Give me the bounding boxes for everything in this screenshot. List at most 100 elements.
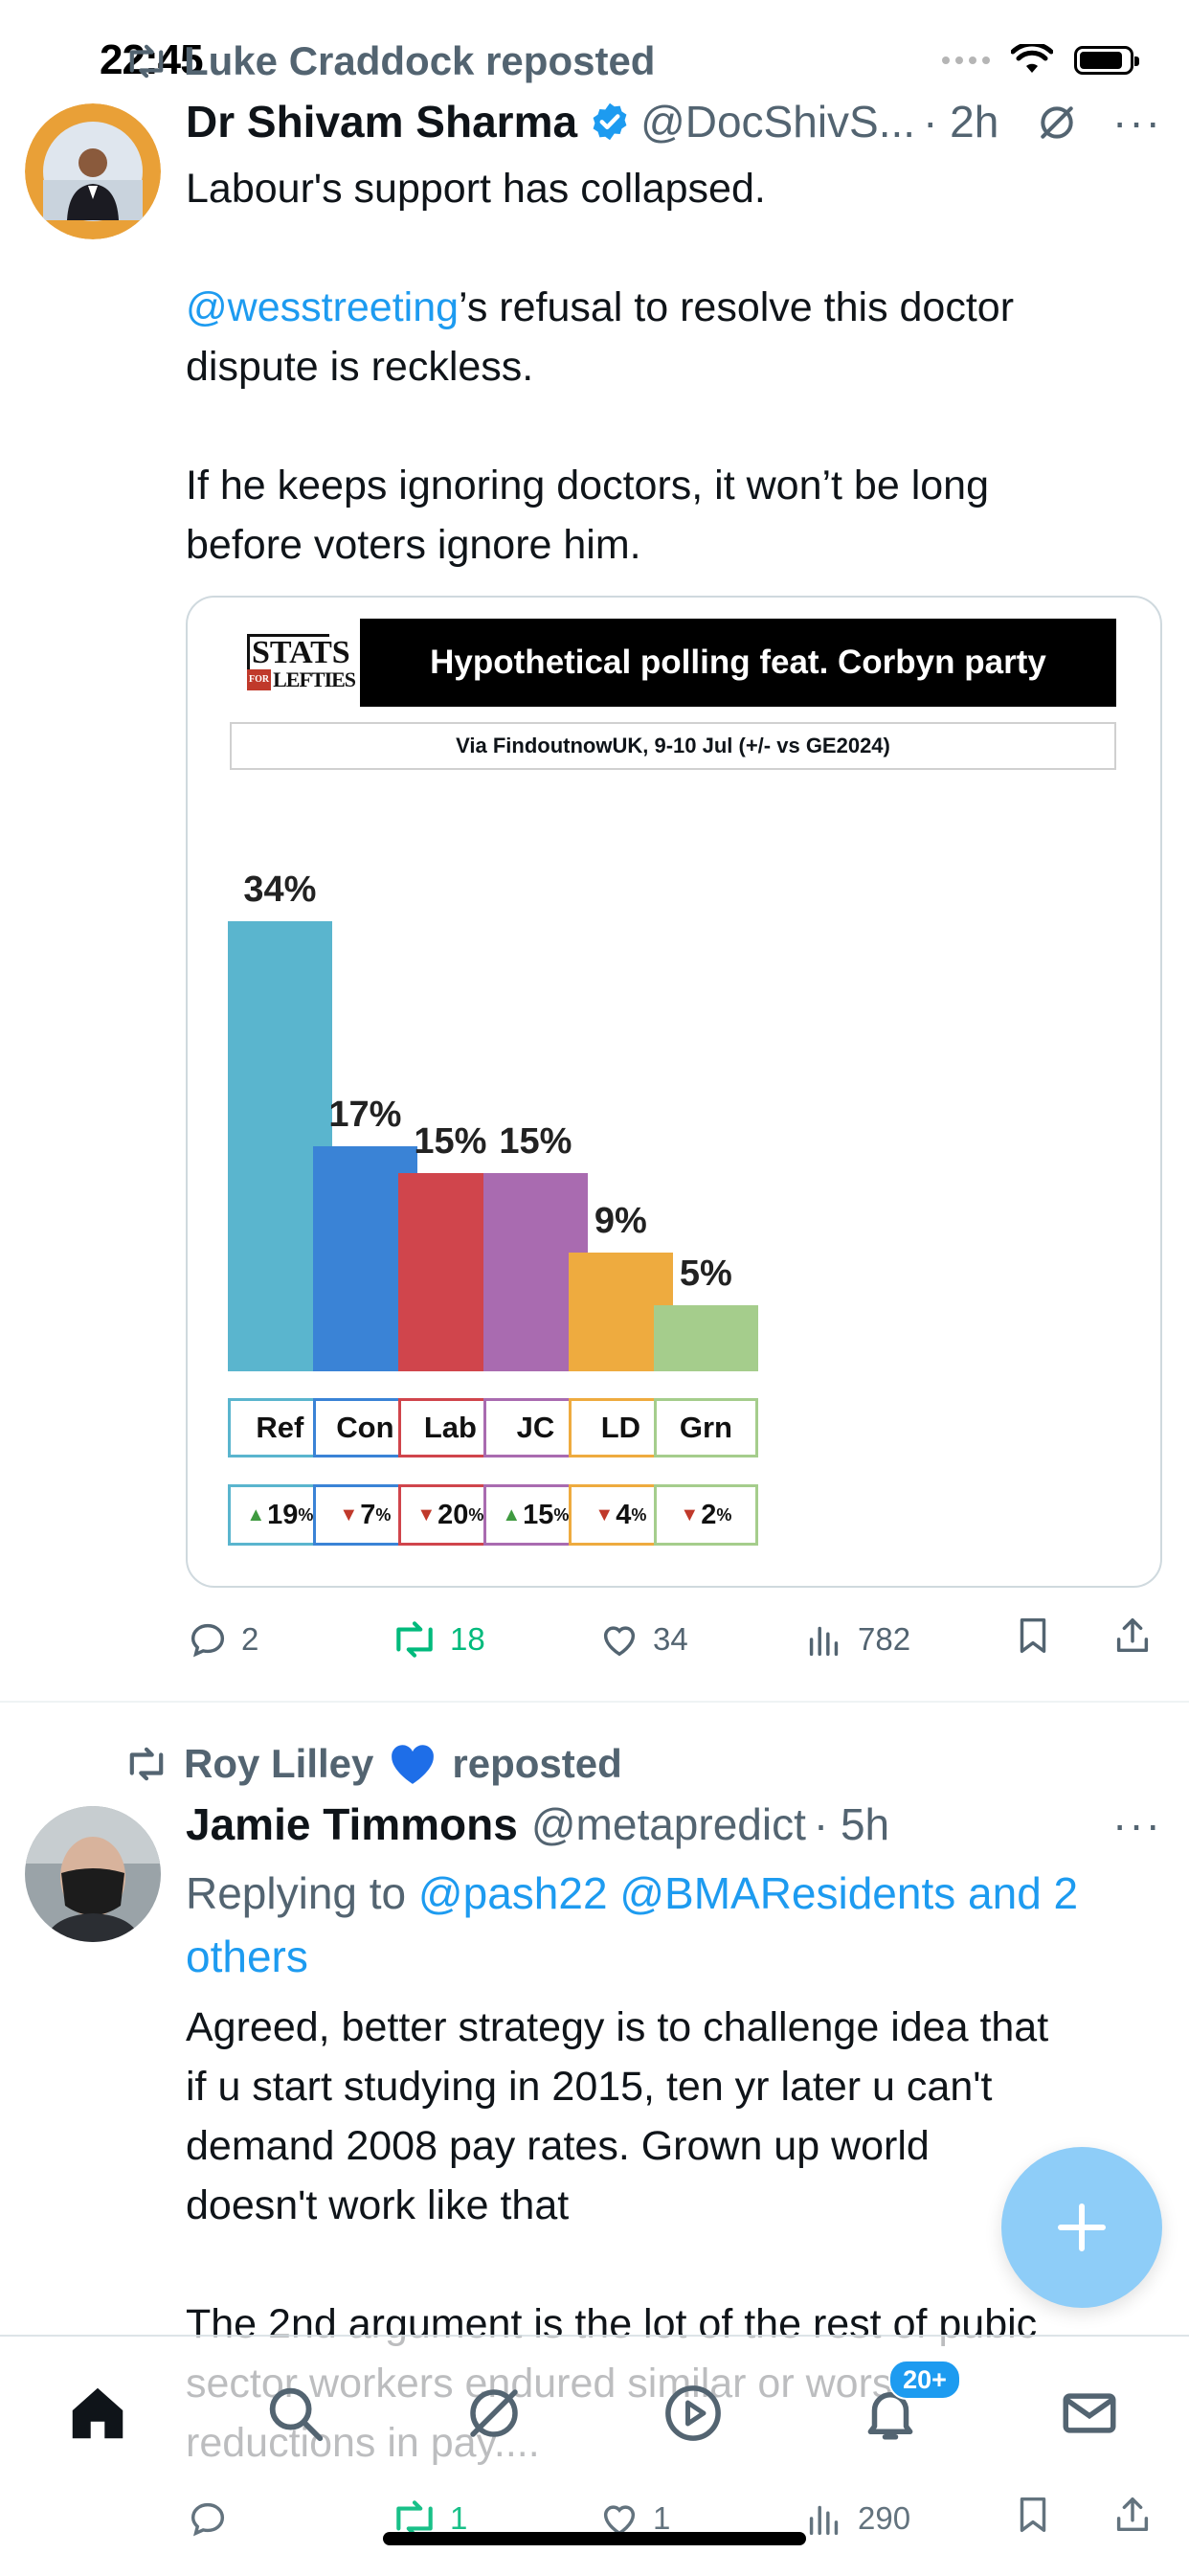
plus-icon (1058, 2203, 1106, 2251)
up-triangle-icon: ▲ (246, 1503, 266, 1525)
repost-context[interactable]: Roy Lilley reposted (124, 1741, 622, 1787)
tweet-divider (0, 1701, 1189, 1703)
percent-sign: % (631, 1504, 647, 1525)
tweet-author-line: Dr Shivam Sharma @DocShivS... · 2h (186, 96, 1143, 147)
chart-change-value: 7 (360, 1499, 376, 1530)
verified-badge-icon (593, 102, 627, 141)
chart-change-label: ▼ 2% (654, 1484, 758, 1546)
wifi-icon (1011, 44, 1053, 73)
views-icon (809, 2505, 839, 2536)
down-triangle-icon: ▼ (594, 1503, 615, 1525)
percent-sign: % (716, 1504, 732, 1525)
reply-count: 2 (241, 1621, 259, 1657)
share-button[interactable] (1110, 1614, 1155, 1665)
chart-change-value: 15 (523, 1499, 554, 1530)
tweet-text-line: Agreed, better strategy is to challenge … (186, 2004, 1049, 2050)
repost-by-label: Luke Craddock reposted (184, 38, 656, 83)
grok-icon[interactable] (1036, 102, 1078, 148)
video-icon[interactable] (655, 2375, 731, 2452)
reply-mentions-link[interactable]: others (186, 1925, 1153, 1988)
tweet-text-line: dispute is reckless. (186, 344, 534, 390)
repost-by-name: Roy Lilley (184, 1741, 374, 1786)
reply-icon (191, 1623, 225, 1658)
heart-icon (603, 1626, 636, 1657)
mention-link[interactable]: @wesstreeting (186, 284, 459, 330)
down-triangle-icon: ▼ (339, 1503, 359, 1525)
down-triangle-icon: ▼ (416, 1503, 437, 1525)
views-count: 290 (858, 2500, 911, 2536)
home-indicator (383, 2532, 806, 2545)
tweet-text-line: before voters ignore him. (186, 522, 641, 568)
repost-icon (396, 1621, 433, 1658)
chart-category-label: Grn (654, 1398, 758, 1457)
battery-icon (1074, 46, 1139, 75)
chart-value-label: 34% (243, 870, 317, 910)
chart-plot-area: 34% Ref ▲ 19% 17% Con ▼ 7% 15% Lab ▼ 20% 15% JC ▲ 15% 9%… (188, 598, 1160, 1586)
author-handle[interactable]: @DocShivS... (640, 96, 915, 147)
author-avatar[interactable] (25, 103, 161, 239)
repost-button[interactable]: 18 (391, 1617, 485, 1661)
author-avatar[interactable] (25, 1806, 161, 1942)
bookmark-icon (1020, 1617, 1046, 1654)
chart-change-value: 19 (267, 1499, 299, 1530)
reply-mentions-link[interactable]: @pash22 @BMAResidents and 2 (418, 1868, 1078, 1918)
repost-suffix: reposted (452, 1741, 622, 1786)
chart-change-value: 2 (701, 1499, 717, 1530)
repost-context[interactable]: Luke Craddock reposted (124, 38, 655, 84)
bookmark-button[interactable] (1011, 1614, 1055, 1665)
tweet-text-line: demand 2008 pay rates. Grown up world (186, 2123, 930, 2169)
repost-small-icon (129, 44, 164, 79)
tweet-actions: 2 18 34 782 (186, 1615, 1162, 1664)
percent-sign: % (468, 1504, 484, 1525)
author-name[interactable]: Dr Shivam Sharma (186, 96, 577, 147)
replying-to-label: Replying to (186, 1868, 418, 1918)
views-count: 782 (858, 1621, 911, 1657)
views-button[interactable]: 782 (802, 1617, 910, 1661)
share-button[interactable] (1110, 2493, 1155, 2544)
share-icon (1116, 2497, 1149, 2532)
tweet-text-line: If he keeps ignoring doctors, it won’t b… (186, 463, 990, 508)
views-button[interactable]: 290 (802, 2497, 910, 2541)
tweet-text-line: Labour's support has collapsed. (186, 166, 766, 212)
chart-change-value: 4 (616, 1499, 632, 1530)
share-icon (1116, 1617, 1149, 1653)
chart-value-label: 15% (499, 1120, 572, 1162)
percent-sign: % (298, 1504, 314, 1525)
tweet-text-line: if u start studying in 2015, ten yr late… (186, 2064, 993, 2110)
up-triangle-icon: ▲ (502, 1503, 522, 1525)
reply-button[interactable] (186, 2497, 241, 2541)
notifications-badge: 20+ (888, 2360, 961, 2400)
repost-small-icon (129, 1747, 164, 1781)
more-options-icon[interactable]: ··· (1112, 1798, 1162, 1850)
signal-icon (942, 56, 990, 64)
mail-icon[interactable] (1051, 2375, 1128, 2452)
home-icon[interactable] (59, 2375, 136, 2452)
status-icons (942, 44, 1139, 77)
repost-count: 18 (450, 1621, 485, 1657)
grok-nav-icon[interactable] (456, 2375, 532, 2452)
tweet-text: Labour's support has collapsed. @wesstre… (186, 159, 1153, 575)
reply-context: Replying to @pash22 @BMAResidents and 2 … (186, 1862, 1153, 1988)
tweet-author-line: Jamie Timmons @metapredict · 5h (186, 1798, 1143, 1850)
tweet-text-fragment: ’s refusal to resolve this doctor (459, 284, 1015, 330)
views-icon (809, 1626, 839, 1657)
compose-button[interactable] (1001, 2147, 1162, 2308)
tweet-time: · 5h (813, 1799, 890, 1849)
chart-bar-grn (654, 1304, 758, 1371)
percent-sign: % (375, 1504, 392, 1525)
search-icon[interactable] (257, 2375, 333, 2452)
blue-heart-icon (392, 1745, 435, 1784)
bookmark-button[interactable] (1011, 2493, 1055, 2544)
chart-change-value: 20 (437, 1499, 469, 1530)
tweet-text-line: @wesstreeting’s refusal to resolve this … (186, 278, 1153, 337)
tweet-media-chart[interactable]: STATS FOR LEFTIES Hypothetical polling f… (186, 596, 1162, 1588)
author-handle[interactable]: @metapredict (531, 1798, 806, 1850)
reply-icon (191, 2502, 225, 2537)
chart-value-label: 5% (679, 1253, 732, 1294)
reply-button[interactable]: 2 (186, 1617, 258, 1661)
bookmark-icon (1020, 2497, 1046, 2533)
like-button[interactable]: 34 (597, 1617, 688, 1661)
more-options-icon[interactable]: ··· (1112, 96, 1162, 147)
author-name[interactable]: Jamie Timmons (186, 1798, 518, 1850)
percent-sign: % (553, 1504, 570, 1525)
